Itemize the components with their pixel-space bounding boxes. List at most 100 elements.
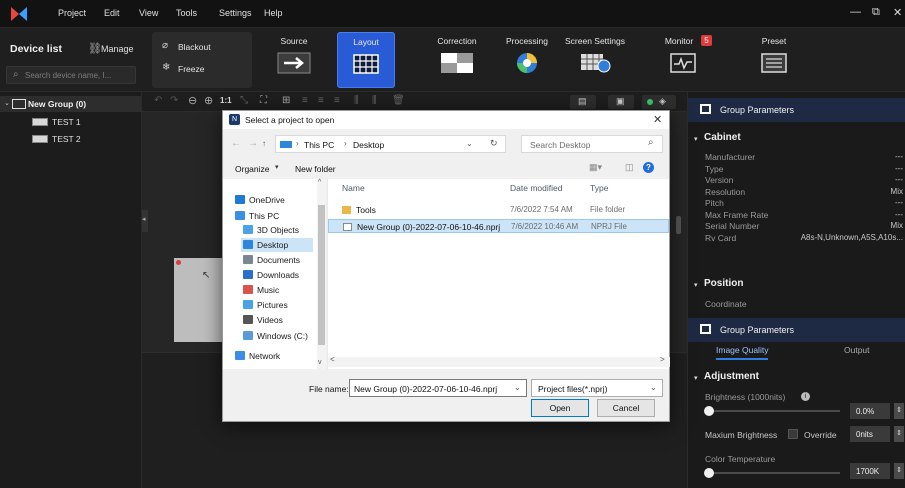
nav-scrollbar[interactable]: ^ v	[317, 179, 326, 369]
scroll-up-icon[interactable]: ^	[318, 179, 321, 186]
focus-icon[interactable]: ⛶	[260, 95, 267, 106]
redo-icon[interactable]: ↷	[170, 95, 178, 106]
maximize-button[interactable]: ⧉	[872, 6, 880, 19]
align-left-icon[interactable]: ≡	[302, 95, 308, 106]
override-checkbox[interactable]	[788, 429, 798, 439]
collapse-cabinet-icon[interactable]: ▾	[694, 135, 698, 143]
max-brightness-field[interactable]: 0nits	[850, 426, 890, 442]
scroll-left-icon[interactable]: <	[330, 355, 335, 364]
info-icon[interactable]: i	[801, 392, 810, 401]
nav-item-music[interactable]: Music	[241, 283, 283, 297]
nav-item-documents[interactable]: Documents	[241, 253, 304, 267]
nav-item-3d-objects[interactable]: 3D Objects	[241, 223, 303, 237]
view-mode-a-button[interactable]: ▤	[570, 95, 596, 109]
menu-settings[interactable]: Settings	[219, 8, 252, 18]
blackout-button[interactable]: Blackout	[178, 42, 211, 52]
splitter-handle[interactable]	[676, 216, 681, 234]
nav-item-videos[interactable]: Videos	[241, 313, 287, 327]
column-date-modified[interactable]: Date modified	[510, 183, 562, 193]
cabinet-block[interactable]: ↖	[174, 258, 222, 342]
nav-item-pictures[interactable]: Pictures	[241, 298, 292, 312]
freeze-button[interactable]: Freeze	[178, 64, 204, 74]
distribute-v-icon[interactable]: ⫼	[372, 95, 377, 106]
zoom-out-icon[interactable]: ⊖	[188, 94, 197, 107]
align-right-icon[interactable]: ≡	[334, 95, 340, 106]
file-row[interactable]: New Group (0)-2022-07-06-10-46.nprj 7/6/2…	[328, 219, 669, 233]
nav-scroll-thumb[interactable]	[318, 205, 325, 345]
processing-button[interactable]: Processing	[498, 32, 556, 88]
layout-button[interactable]: Layout	[337, 32, 395, 88]
file-hscrollbar[interactable]: < >	[328, 355, 670, 367]
nav-item-network[interactable]: Network	[233, 349, 284, 363]
brightness-slider-handle[interactable]	[704, 406, 714, 416]
preview-pane-icon[interactable]: ◫	[625, 162, 634, 173]
file-type-filter[interactable]: Project files(*.nprj) ⌄	[531, 379, 663, 397]
brightness-value-field[interactable]: 0.0%	[850, 403, 890, 419]
new-folder-button[interactable]: New folder	[295, 164, 336, 174]
collapse-adjustment-icon[interactable]: ▾	[694, 374, 698, 382]
tab-image-quality[interactable]: Image Quality	[716, 345, 769, 360]
filename-dropdown-icon[interactable]: ⌄	[514, 383, 521, 392]
preset-button[interactable]: Preset	[745, 32, 803, 88]
collapse-left-panel-handle[interactable]: ◂	[142, 210, 148, 232]
monitor-button[interactable]: Monitor 5	[655, 32, 712, 88]
max-brightness-stepper[interactable]: ⇕	[894, 426, 904, 442]
cancel-button[interactable]: Cancel	[597, 399, 655, 417]
color-temp-stepper[interactable]: ⇕	[894, 463, 904, 479]
address-bar[interactable]: › This PC › Desktop ⌄ ↻	[275, 135, 506, 153]
column-type[interactable]: Type	[590, 183, 608, 193]
path-this-pc[interactable]: This PC	[304, 140, 334, 150]
refresh-icon[interactable]: ↻	[490, 138, 498, 149]
undo-icon[interactable]: ↶	[154, 95, 162, 106]
path-desktop[interactable]: Desktop	[353, 140, 384, 150]
zoom-in-icon[interactable]: ⊕	[204, 94, 213, 107]
view-options-icon[interactable]: ▦▾	[589, 162, 602, 173]
file-row[interactable]: Tools 7/6/2022 7:54 AM File folder	[328, 203, 669, 217]
screen-settings-button[interactable]: Screen Settings	[562, 32, 628, 88]
scroll-right-icon[interactable]: >	[660, 355, 665, 364]
brightness-stepper[interactable]: ⇕	[894, 403, 904, 419]
filename-input[interactable]: New Group (0)-2022-07-06-10-46.nprj ⌄	[349, 379, 527, 397]
brightness-slider-track[interactable]	[704, 406, 840, 416]
manage-button[interactable]: Manage	[101, 44, 134, 54]
fit-icon[interactable]: ⤡	[240, 95, 248, 106]
organize-dropdown-icon[interactable]: ▾	[275, 163, 279, 171]
zoom-reset-button[interactable]: 1:1	[220, 96, 232, 105]
color-temp-value-field[interactable]: 1700K	[850, 463, 890, 479]
dialog-close-icon[interactable]: ✕	[653, 113, 662, 126]
nav-item-this-pc[interactable]: This PC	[233, 209, 283, 223]
open-button[interactable]: Open	[531, 399, 589, 417]
close-window-button[interactable]: ✕	[893, 6, 902, 19]
align-center-icon[interactable]: ≡	[318, 95, 324, 106]
chevron-down-icon[interactable]: ⌄	[4, 99, 10, 107]
color-temp-slider-handle[interactable]	[704, 468, 714, 478]
device-search-input[interactable]: ⌕ Search device name, I...	[6, 66, 136, 84]
dialog-search-input[interactable]: Search Desktop ⌕	[521, 135, 663, 153]
up-icon[interactable]: ↑	[262, 139, 266, 148]
tree-group-row[interactable]: ⌄ New Group (0)	[0, 96, 141, 112]
scroll-down-icon[interactable]: v	[318, 359, 322, 366]
organize-button[interactable]: Organize	[235, 164, 270, 174]
menu-view[interactable]: View	[139, 8, 158, 18]
tab-output[interactable]: Output	[844, 345, 870, 355]
history-dropdown-icon[interactable]: ⌄	[466, 139, 473, 148]
minimize-button[interactable]: —	[850, 6, 861, 18]
status-toggle[interactable]: ◈	[642, 95, 676, 109]
grid-icon[interactable]: ⊞	[282, 95, 290, 106]
distribute-h-icon[interactable]: ⫼	[354, 95, 359, 106]
forward-icon[interactable]: →	[248, 138, 258, 149]
menu-tools[interactable]: Tools	[176, 8, 197, 18]
nav-item-downloads[interactable]: Downloads	[241, 268, 303, 282]
help-icon[interactable]: ?	[643, 162, 654, 173]
delete-icon[interactable]: 🗑	[392, 95, 405, 106]
menu-edit[interactable]: Edit	[104, 8, 120, 18]
nav-item-onedrive[interactable]: OneDrive	[233, 193, 289, 207]
column-name[interactable]: Name	[342, 183, 365, 193]
collapse-position-icon[interactable]: ▾	[694, 281, 698, 289]
menu-project[interactable]: Project	[58, 8, 86, 18]
filter-dropdown-icon[interactable]: ⌄	[650, 383, 657, 392]
nav-item-desktop[interactable]: Desktop	[241, 238, 313, 252]
view-mode-b-button[interactable]: ▣	[608, 95, 634, 109]
back-icon[interactable]: ←	[231, 138, 241, 149]
menu-help[interactable]: Help	[264, 8, 283, 18]
